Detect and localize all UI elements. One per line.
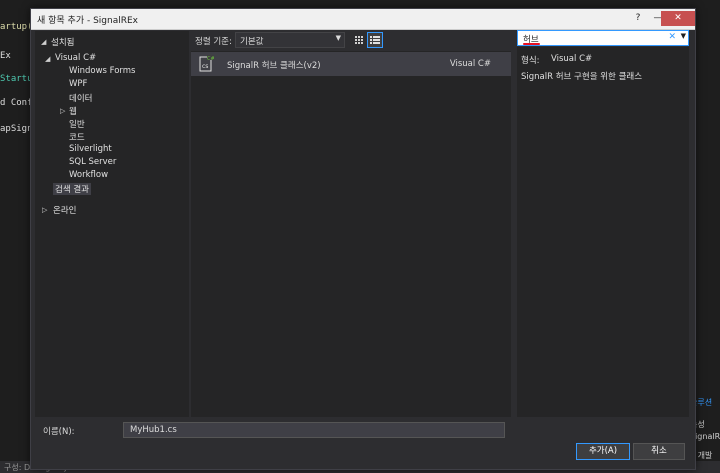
- tree-item-data[interactable]: 데이터: [69, 92, 92, 104]
- expand-arrow-icon[interactable]: ▷: [60, 107, 65, 115]
- tree-item-general[interactable]: 일반: [69, 118, 85, 130]
- collapse-arrow-icon[interactable]: ◢: [45, 55, 50, 63]
- svg-text:C#: C#: [207, 56, 214, 62]
- dialog-titlebar: 새 항목 추가 - SignalREx ? — ✕: [31, 9, 695, 30]
- template-row[interactable]: cs C# SignalR 허브 클래스(v2) Visual C#: [191, 52, 511, 76]
- name-label: 이름(N):: [43, 427, 75, 437]
- cancel-button[interactable]: 취소: [633, 443, 685, 460]
- template-language: Visual C#: [449, 59, 491, 69]
- template-details: 형식: Visual C# SignalR 허브 구현을 위한 클래스: [517, 47, 689, 417]
- sort-label: 정렬 기준:: [195, 37, 232, 47]
- clear-search-icon[interactable]: ✕: [668, 32, 676, 42]
- list-view-button[interactable]: [367, 32, 383, 48]
- sort-dropdown[interactable]: 기본값 ▼: [235, 32, 345, 48]
- help-button[interactable]: ?: [627, 11, 649, 26]
- code-line: Ex: [0, 51, 11, 61]
- tree-item-silverlight[interactable]: Silverlight: [69, 144, 112, 154]
- tree-item-installed[interactable]: 설치됨: [51, 36, 74, 48]
- search-dropdown-icon[interactable]: ▼: [681, 32, 686, 40]
- signalr-hub-class-icon: cs C#: [199, 55, 214, 72]
- add-button[interactable]: 추가(A): [576, 443, 630, 460]
- tree-item-online[interactable]: 온라인: [53, 204, 76, 216]
- tree-item-web[interactable]: 웹: [69, 105, 77, 117]
- tree-item-code[interactable]: 코드: [69, 131, 85, 143]
- category-tree: ◢ 설치됨 ◢ Visual C# Windows Forms WPF 데이터 …: [35, 31, 189, 417]
- tree-item-search-results[interactable]: 검색 결과: [53, 183, 91, 195]
- name-input[interactable]: MyHub1.cs: [123, 422, 505, 438]
- template-list: cs C# SignalR 허브 클래스(v2) Visual C#: [191, 51, 511, 417]
- close-button[interactable]: ✕: [661, 11, 695, 26]
- template-name: SignalR 허브 클래스(v2): [227, 61, 321, 71]
- dialog-title: 새 항목 추가 - SignalREx: [37, 16, 139, 26]
- tree-item-wpf[interactable]: WPF: [69, 79, 87, 89]
- medium-icons-view-button[interactable]: [351, 32, 367, 48]
- tree-item-visual-csharp[interactable]: Visual C#: [55, 53, 96, 63]
- code-line: d Conf: [0, 98, 33, 108]
- name-value: MyHub1.cs: [130, 425, 177, 435]
- list-icon: [370, 36, 380, 44]
- ime-composition-underline: [523, 43, 540, 45]
- svg-text:cs: cs: [202, 63, 208, 70]
- collapse-arrow-icon[interactable]: ◢: [41, 38, 46, 46]
- sort-value: 기본값: [240, 37, 264, 47]
- tree-item-sql-server[interactable]: SQL Server: [69, 157, 116, 167]
- grid-icon: [355, 36, 363, 44]
- type-label: 형식:: [521, 56, 540, 66]
- type-value: Visual C#: [551, 54, 593, 64]
- chevron-down-icon: ▼: [335, 34, 341, 42]
- expand-arrow-icon[interactable]: ▷: [42, 206, 47, 214]
- sort-bar: 정렬 기준: 기본값 ▼: [191, 31, 511, 49]
- search-installed-templates-input[interactable]: 허브 ✕ ▼: [517, 30, 689, 46]
- tree-item-windows-forms[interactable]: Windows Forms: [69, 66, 136, 76]
- add-new-item-dialog: 새 항목 추가 - SignalREx ? — ✕ ◢ 설치됨 ◢ Visual…: [30, 8, 696, 470]
- tree-item-workflow[interactable]: Workflow: [69, 170, 108, 180]
- template-description: SignalR 허브 구현을 위한 클래스: [521, 72, 643, 82]
